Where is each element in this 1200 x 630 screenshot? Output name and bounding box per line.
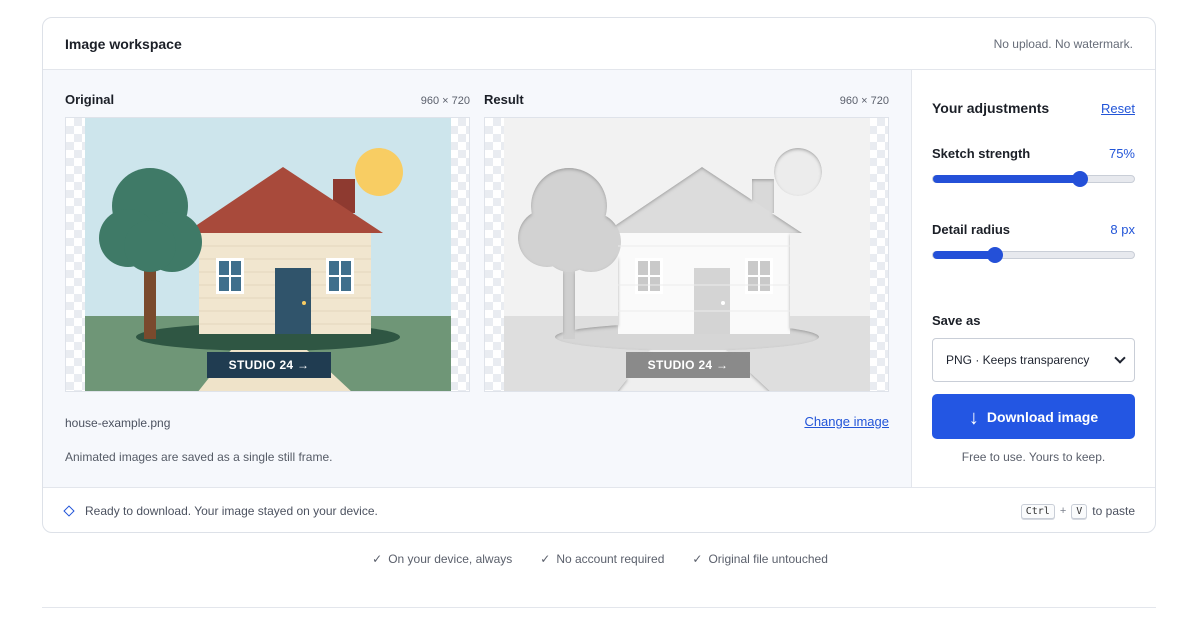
feature-text: No account required xyxy=(556,552,665,566)
original-image-frame: STUDIO 24 → xyxy=(65,117,470,392)
ctrl-key: Ctrl xyxy=(1020,503,1055,519)
result-dimensions: 960 × 720 xyxy=(839,95,889,107)
result-studio-banner-text: STUDIO 24 → xyxy=(647,358,729,372)
sketch-strength-thumb[interactable] xyxy=(1071,171,1088,187)
card-header: Image workspace No upload. No watermark. xyxy=(43,18,1155,70)
reset-link[interactable]: Reset xyxy=(1101,101,1135,116)
workspace-body: Original 960 × 720 STUDIO 24 → Result 96… xyxy=(43,70,1155,487)
original-dimensions: 960 × 720 xyxy=(420,95,470,107)
sketch-strength-fill xyxy=(933,175,1080,183)
detail-radius-slider[interactable] xyxy=(932,247,1135,263)
preview-area: Original 960 × 720 STUDIO 24 → Result 96… xyxy=(43,70,912,487)
download-label: Download image xyxy=(986,408,1099,425)
check-icon: ✓ xyxy=(540,552,551,566)
result-panel-header: Result 960 × 720 xyxy=(484,92,889,107)
sketch-strength-label: Sketch strength xyxy=(932,146,1031,161)
detail-radius-thumb[interactable] xyxy=(987,247,1004,263)
sketch-strength-value: 75% xyxy=(1108,146,1135,161)
adjustments-header: Your adjustments Reset xyxy=(932,100,1135,116)
detail-radius-fill xyxy=(933,251,996,259)
v-key: V xyxy=(1071,503,1088,519)
sketch-strength-control: Sketch strength 75% xyxy=(932,146,1135,187)
check-icon: ✓ xyxy=(692,552,703,566)
plus-sign: + xyxy=(1059,505,1067,517)
arrow-down-icon: ↓ xyxy=(968,406,979,429)
workspace-title: Image workspace xyxy=(65,35,182,52)
privacy-note: No upload. No watermark. xyxy=(993,36,1133,51)
diamond-icon xyxy=(63,505,75,517)
paste-hint: Ctrl + V to paste xyxy=(1020,503,1135,519)
result-label: Result xyxy=(484,92,524,107)
result-sketch-image xyxy=(504,118,870,391)
detail-radius-control: Detail radius 8 px xyxy=(932,222,1135,263)
change-image-link[interactable]: Change image xyxy=(804,414,889,429)
image-workspace-card: Image workspace No upload. No watermark.… xyxy=(42,17,1156,533)
footer-divider xyxy=(42,607,1156,608)
save-as-label: Save as xyxy=(932,313,981,328)
paste-suffix: to paste xyxy=(1092,504,1135,518)
format-select[interactable]: PNG · Keeps transparency xyxy=(932,338,1135,382)
status-bar: Ready to download. Your image stayed on … xyxy=(43,487,1155,532)
original-house-image xyxy=(85,118,451,391)
chevron-down-icon xyxy=(1114,352,1126,364)
detail-radius-label: Detail radius xyxy=(932,222,1011,237)
animated-note: Animated images are saved as a single st… xyxy=(65,450,333,464)
result-image-frame: STUDIO 24 → xyxy=(484,117,889,392)
detail-radius-value: 8 px xyxy=(1110,222,1135,237)
adjustments-title: Your adjustments xyxy=(932,100,1050,116)
adjustments-panel: Your adjustments Reset Sketch strength 7… xyxy=(912,70,1155,487)
feature-text: On your device, always xyxy=(388,552,513,566)
free-note: Free to use. Yours to keep. xyxy=(961,450,1106,464)
sketch-strength-slider[interactable] xyxy=(932,171,1135,187)
feature-item: ✓ No account required xyxy=(540,552,664,566)
feature-text: Original file untouched xyxy=(708,552,828,566)
check-icon: ✓ xyxy=(372,552,383,566)
feature-item: ✓ On your device, always xyxy=(372,552,512,566)
original-panel-header: Original 960 × 720 xyxy=(65,92,470,107)
status-text: Ready to download. Your image stayed on … xyxy=(85,504,378,518)
feature-list: ✓ On your device, always ✓ No account re… xyxy=(0,552,1200,566)
download-button[interactable]: ↓ Download image xyxy=(932,394,1135,439)
format-select-value: PNG · Keeps transparency xyxy=(946,353,1090,367)
file-name: house-example.png xyxy=(65,416,171,430)
original-studio-banner-text: STUDIO 24 → xyxy=(228,358,310,372)
feature-item: ✓ Original file untouched xyxy=(692,552,827,566)
original-label: Original xyxy=(65,92,115,107)
